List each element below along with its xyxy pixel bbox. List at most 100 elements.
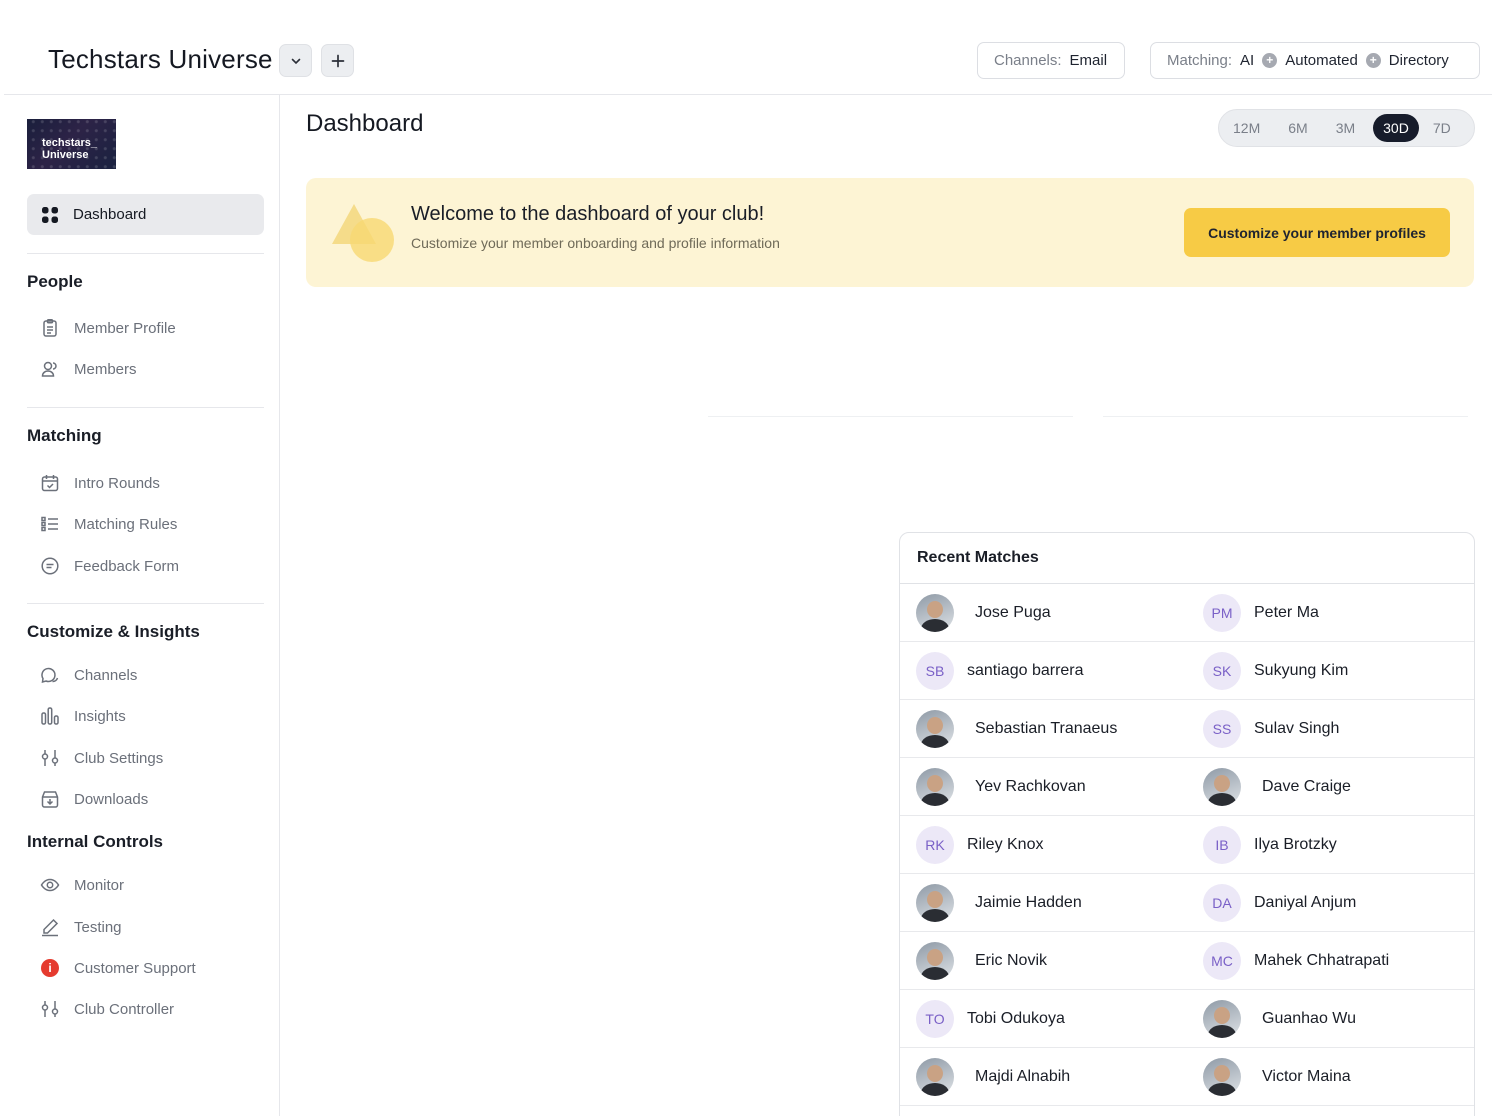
avatar xyxy=(916,941,954,980)
match-member[interactable]: SB santiago barrera xyxy=(916,642,1084,699)
match-member[interactable]: IB Ilya Brotzky xyxy=(1203,816,1337,873)
avatar: MC xyxy=(1203,941,1241,980)
pencil-icon xyxy=(42,918,59,937)
sidebar-item-member-profile[interactable]: Member Profile xyxy=(40,317,176,339)
sidebar: techstars_ Universe Dashboard People Mem… xyxy=(4,95,280,1116)
customize-profiles-button[interactable]: Customize your member profiles xyxy=(1184,208,1450,257)
sidebar-item-dashboard[interactable]: Dashboard xyxy=(27,194,264,235)
channels-pill[interactable]: Channels: Email xyxy=(977,42,1125,79)
add-club-button[interactable] xyxy=(321,44,354,77)
avatar: SS xyxy=(1203,709,1241,748)
sidebar-item-insights[interactable]: Insights xyxy=(40,705,126,727)
list-numbered-icon xyxy=(41,516,58,532)
range-6m[interactable]: 6M xyxy=(1278,114,1317,142)
match-member[interactable]: Sebastian Tranaeus xyxy=(916,700,1117,757)
table-row: Majdi Alnabih Victor Maina xyxy=(900,1048,1474,1106)
matching-value-directory: Directory xyxy=(1388,52,1449,69)
divider xyxy=(1103,416,1468,417)
match-member[interactable]: Yev Rachkovan xyxy=(916,758,1086,815)
match-member[interactable]: DA Daniyal Anjum xyxy=(1203,874,1356,931)
sidebar-item-customer-support[interactable]: i Customer Support xyxy=(40,957,196,979)
range-30d[interactable]: 30D xyxy=(1373,114,1419,142)
match-member[interactable]: Dave Craige xyxy=(1203,758,1351,815)
sidebar-item-matching-rules[interactable]: Matching Rules xyxy=(40,513,177,535)
sliders-icon xyxy=(41,1001,59,1017)
range-12m[interactable]: 12M xyxy=(1223,114,1270,142)
sidebar-item-testing[interactable]: Testing xyxy=(40,916,122,938)
match-member[interactable]: TO Tobi Odukoya xyxy=(916,990,1065,1047)
avatar xyxy=(916,883,954,922)
table-row: RK Riley Knox IB Ilya Brotzky xyxy=(900,816,1474,874)
message-icon xyxy=(41,557,59,575)
matching-label: Matching: xyxy=(1167,52,1233,69)
channels-label: Channels: xyxy=(994,52,1062,69)
match-member[interactable]: Victor Maina xyxy=(1203,1048,1351,1105)
member-name: Sulav Singh xyxy=(1254,719,1340,737)
top-header: Techstars Universe Channels: Email Match… xyxy=(4,0,1492,95)
divider xyxy=(27,603,264,604)
avatar xyxy=(916,709,954,748)
member-name: Ilya Brotzky xyxy=(1254,835,1337,853)
avatar xyxy=(916,593,954,632)
sidebar-item-monitor[interactable]: Monitor xyxy=(40,874,124,896)
match-member[interactable]: PM Peter Ma xyxy=(1203,584,1319,641)
match-list: Jose Puga PM Peter Ma SB santiago barrera SK S… xyxy=(900,584,1474,1106)
section-title-people: People xyxy=(27,272,83,291)
sidebar-item-club-settings[interactable]: Club Settings xyxy=(40,747,163,769)
plus-circle-icon: + xyxy=(1365,53,1381,68)
match-member[interactable]: Guanhao Wu xyxy=(1203,990,1356,1047)
sliders-icon xyxy=(41,750,59,766)
match-member[interactable]: Jaimie Hadden xyxy=(916,874,1082,931)
clipboard-icon xyxy=(43,319,57,337)
match-member[interactable]: RK Riley Knox xyxy=(916,816,1043,873)
banner-subtitle: Customize your member onboarding and pro… xyxy=(411,235,780,251)
range-7d[interactable]: 7D xyxy=(1423,114,1461,142)
avatar: SB xyxy=(916,651,954,690)
chat-bubbles-icon xyxy=(41,667,59,684)
member-name: Peter Ma xyxy=(1254,603,1319,621)
match-member[interactable]: Jose Puga xyxy=(916,584,1051,641)
avatar xyxy=(1203,999,1241,1038)
club-title: Techstars Universe xyxy=(48,44,273,74)
time-range-selector: 12M 6M 3M 30D 7D xyxy=(1218,109,1475,147)
match-member[interactable]: Eric Novik xyxy=(916,932,1047,989)
sidebar-item-intro-rounds[interactable]: Intro Rounds xyxy=(40,472,160,494)
banner-title: Welcome to the dashboard of your club! xyxy=(411,203,765,225)
chevron-down-icon xyxy=(291,58,300,64)
matching-pill[interactable]: Matching: AI + Automated + Directory xyxy=(1150,42,1480,79)
table-row: SB santiago barrera SK Sukyung Kim xyxy=(900,642,1474,700)
avatar: TO xyxy=(916,999,954,1038)
member-name: Mahek Chhatrapati xyxy=(1254,951,1390,969)
sidebar-item-club-controller[interactable]: Club Controller xyxy=(40,998,174,1020)
alert-icon: i xyxy=(41,959,59,977)
section-title-matching: Matching xyxy=(27,426,102,445)
member-name: Majdi Alnabih xyxy=(975,1067,1071,1085)
grid-icon xyxy=(42,206,58,223)
sidebar-item-members[interactable]: Members xyxy=(40,358,137,380)
bar-chart-icon xyxy=(41,707,59,725)
match-member[interactable]: Majdi Alnabih xyxy=(916,1048,1070,1105)
match-member[interactable]: MC Mahek Chhatrapati xyxy=(1203,932,1389,989)
member-name: Riley Knox xyxy=(967,835,1044,853)
recent-matches-title: Recent Matches xyxy=(900,533,1474,584)
range-3m[interactable]: 3M xyxy=(1326,114,1365,142)
member-name: Dave Craige xyxy=(1262,777,1351,795)
divider xyxy=(27,253,264,254)
match-member[interactable]: SS Sulav Singh xyxy=(1203,700,1339,757)
member-name: Eric Novik xyxy=(975,951,1048,969)
table-row: Eric Novik MC Mahek Chhatrapati xyxy=(900,932,1474,990)
matching-value-ai: AI xyxy=(1240,52,1255,69)
page-title: Dashboard xyxy=(306,110,424,137)
sidebar-item-feedback-form[interactable]: Feedback Form xyxy=(40,555,179,577)
avatar: DA xyxy=(1203,883,1241,922)
avatar: RK xyxy=(916,825,954,864)
match-member[interactable]: SK Sukyung Kim xyxy=(1203,642,1348,699)
club-switcher-button[interactable] xyxy=(279,44,312,77)
sidebar-item-downloads[interactable]: Downloads xyxy=(40,788,148,810)
sidebar-item-channels[interactable]: Channels xyxy=(40,664,137,686)
table-row: Sebastian Tranaeus SS Sulav Singh xyxy=(900,700,1474,758)
member-name: Jose Puga xyxy=(975,603,1051,621)
club-logo[interactable]: techstars_ Universe xyxy=(27,119,116,169)
member-name: Jaimie Hadden xyxy=(975,893,1082,911)
member-name: Sebastian Tranaeus xyxy=(975,719,1118,737)
